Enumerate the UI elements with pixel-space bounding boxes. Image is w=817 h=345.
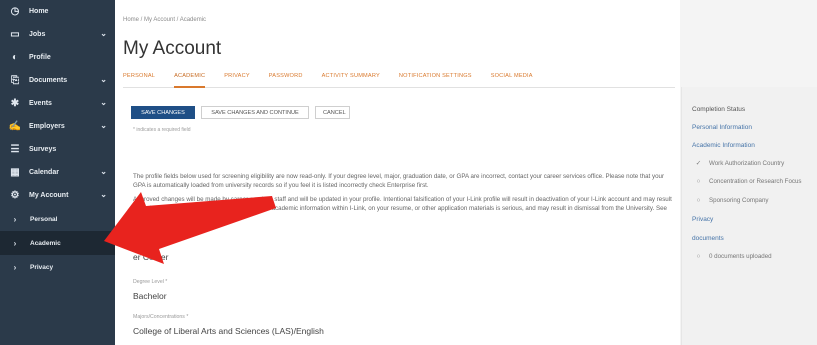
sidebar-subitem-academic[interactable]: › Academic <box>0 231 115 255</box>
majors-value: College of Liberal Arts and Sciences (LA… <box>133 326 324 336</box>
sidebar-subitem-label: Academic <box>30 239 61 247</box>
calendar-icon: ▦ <box>10 167 20 178</box>
circle-icon: ○ <box>696 178 701 185</box>
sidebar-item-events[interactable]: ✱ Events ⌄ <box>0 92 115 115</box>
tab-password[interactable]: PASSWORD <box>269 66 303 88</box>
tab-social-media[interactable]: SOCIAL MEDIA <box>491 66 533 88</box>
sidebar-subitem-label: Personal <box>30 215 58 223</box>
document-icon: ⎘ <box>11 75 19 86</box>
personal-information-link[interactable]: Personal Information <box>692 124 752 131</box>
page-title: My Account <box>123 38 222 59</box>
sidebar-item-label: Surveys <box>29 146 57 153</box>
status-item-label: Concentration or Research Focus <box>709 178 802 185</box>
profile-icon: ◐ <box>11 52 19 63</box>
cancel-button[interactable]: CANCEL <box>315 106 350 119</box>
chevron-down-icon[interactable]: ⌄ <box>100 190 107 199</box>
sidebar-item-label: Jobs <box>29 31 46 38</box>
tab-activity-summary[interactable]: ACTIVITY SUMMARY <box>322 66 380 88</box>
chevron-right-icon: › <box>13 214 17 224</box>
sidebar-item-label: Profile <box>29 54 51 61</box>
required-field-note: * indicates a required field <box>133 127 191 133</box>
tab-privacy[interactable]: PRIVACY <box>224 66 250 88</box>
sidebar-item-label: My Account <box>29 192 69 199</box>
main-content: Home / My Account / Academic My Account … <box>115 0 680 345</box>
completion-status-panel: Completion Status Personal Information A… <box>681 87 817 345</box>
tab-notification-settings[interactable]: NOTIFICATION SETTINGS <box>399 66 472 88</box>
circle-icon: ○ <box>696 253 701 260</box>
sidebar-item-calendar[interactable]: ▦ Calendar ⌄ <box>0 161 115 184</box>
sidebar-item-label: Calendar <box>29 169 59 176</box>
status-item: ○ Concentration or Research Focus <box>694 178 802 185</box>
check-icon: ✓ <box>695 160 702 167</box>
chevron-down-icon[interactable]: ⌄ <box>100 29 107 38</box>
status-item: ✓ Work Authorization Country <box>694 159 785 168</box>
chevron-down-icon[interactable]: ⌄ <box>100 121 107 130</box>
degree-level-value: Bachelor <box>133 291 167 301</box>
form-actions: SAVE CHANGES SAVE CHANGES AND CONTINUE C… <box>131 106 350 119</box>
career-center-value: er Center <box>133 252 169 262</box>
sidebar-item-label: Documents <box>29 77 68 84</box>
privacy-link[interactable]: Privacy <box>692 216 713 223</box>
notice-text: Approved changes will be made by career … <box>133 196 672 220</box>
panel-title: Completion Status <box>692 106 746 113</box>
chevron-down-icon[interactable]: ⌄ <box>100 167 107 176</box>
ilink-agreement-link[interactable]: I-Link agreement <box>153 213 199 220</box>
sidebar-subitem-personal[interactable]: › Personal <box>0 207 115 231</box>
sidebar-item-label: Events <box>29 100 52 107</box>
status-item: ○ 0 documents uploaded <box>694 253 772 260</box>
briefcase-icon: ▭ <box>10 29 20 40</box>
chevron-right-icon: › <box>13 238 17 248</box>
save-and-continue-button[interactable]: SAVE CHANGES AND CONTINUE <box>201 106 309 119</box>
status-item: ○ Sponsoring Company <box>694 197 769 204</box>
documents-link[interactable]: documents <box>692 235 724 242</box>
tab-personal[interactable]: PERSONAL <box>123 66 155 88</box>
degree-level-label: Degree Level * <box>133 279 168 285</box>
sidebar-item-label: Home <box>29 8 49 15</box>
majors-label: Majors/Concentrations * <box>133 314 189 320</box>
chevron-down-icon[interactable]: ⌄ <box>100 75 107 84</box>
sidebar-item-surveys[interactable]: ☰ Surveys <box>0 138 115 161</box>
sidebar-item-jobs[interactable]: ▭ Jobs ⌄ <box>0 23 115 46</box>
save-changes-button[interactable]: SAVE CHANGES <box>131 106 195 119</box>
status-item-label: Sponsoring Company <box>709 197 769 204</box>
employers-icon: ✍ <box>8 121 22 132</box>
gear-icon: ⚙ <box>10 190 20 201</box>
notice-end: . <box>199 213 202 220</box>
chevron-right-icon: › <box>13 262 17 272</box>
read-only-notice: The profile fields below used for screen… <box>133 173 665 189</box>
circle-icon: ○ <box>696 197 701 204</box>
list-icon: ☰ <box>10 144 20 155</box>
sidebar-subitem-label: Privacy <box>30 263 54 271</box>
academic-information-link[interactable]: Academic Information <box>692 142 755 149</box>
chevron-down-icon[interactable]: ⌄ <box>100 98 107 107</box>
sidebar-item-employers[interactable]: ✍ Employers ⌄ <box>0 115 115 138</box>
status-item-label: Work Authorization Country <box>709 159 785 167</box>
sidebar-subitem-privacy[interactable]: › Privacy <box>0 255 115 279</box>
sidebar-item-home[interactable]: ◷ Home <box>0 0 115 23</box>
sidebar-item-label: Employers <box>29 123 65 130</box>
tab-academic[interactable]: ACADEMIC <box>174 66 206 88</box>
events-icon: ✱ <box>10 98 20 109</box>
clock-icon: ◷ <box>10 6 20 17</box>
falsification-notice: Approved changes will be made by career … <box>133 196 675 222</box>
sidebar-item-my-account[interactable]: ⚙ My Account ⌄ <box>0 184 115 207</box>
tab-bar: PERSONAL ACADEMIC PRIVACY PASSWORD ACTIV… <box>123 66 675 88</box>
sidebar-item-documents[interactable]: ⎘ Documents ⌄ <box>0 69 115 92</box>
sidebar-item-profile[interactable]: ◐ Profile <box>0 46 115 69</box>
sidebar: ◷ Home ▭ Jobs ⌄ ◐ Profile ⎘ Documents ⌄ … <box>0 0 115 345</box>
breadcrumb[interactable]: Home / My Account / Academic <box>123 17 206 23</box>
status-item-label: 0 documents uploaded <box>709 253 772 260</box>
